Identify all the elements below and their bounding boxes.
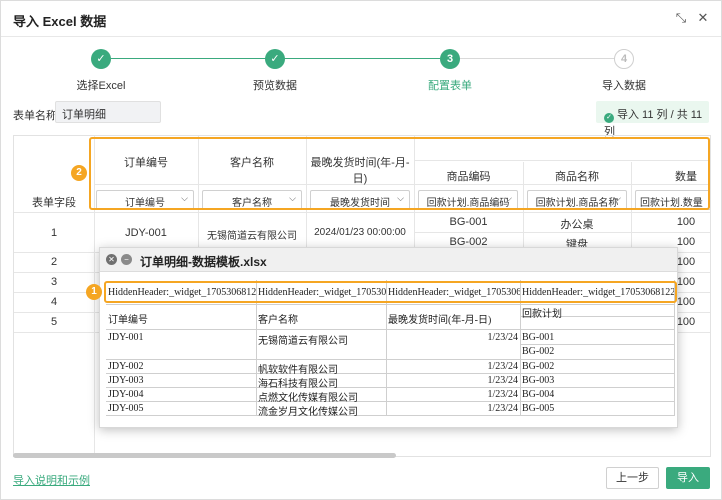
excel-grid-line [106,373,674,374]
excel-cell-code: BG-003 [522,375,555,386]
excel-header-order-no: 订单编号 [108,315,148,326]
import-count-text: 导入 11 列 / 共 11 列 [604,109,703,138]
excel-grid-line [106,401,674,402]
excel-cell-date: 1/23/24 [487,389,518,400]
step-connector [459,58,615,59]
cell-customer: 无锡简道云有限公司 [207,231,297,242]
callout-badge-2: 2 [71,165,87,181]
minimize-circle-icon[interactable]: − [121,254,132,265]
excel-cell-code: BG-002 [522,346,555,357]
cell-product-code: BG-001 [449,216,488,228]
form-name-label: 表单名称 [13,110,57,122]
excel-header-ship-date: 最晚发货时间(年-月-日) [388,315,492,326]
row-divider [14,212,710,213]
callout-badge-1: 1 [86,284,102,300]
step-2-check-icon: ✓ [265,49,285,69]
excel-cell-date: 1/23/24 [487,332,518,343]
dialog-title: 导入 Excel 数据 [13,14,107,29]
excel-preview-window: ✕ − 订单明细-数据模板.xlsx HiddenHeader:_widget_… [99,247,678,428]
form-name-input[interactable]: 订单明细 [55,101,161,123]
horizontal-scrollbar[interactable] [13,453,396,458]
cell-ship-date: 2024/01/23 00:00:00 [314,227,406,238]
excel-cell-code: BG-001 [522,332,555,343]
excel-grid-line [106,415,674,416]
cell-product-name: 办公桌 [560,219,594,231]
excel-cell-date: 1/23/24 [487,361,518,372]
import-dialog: 导入 Excel 数据 ⤡ ✕ ✓ ✓ 3 4 选择Excel 预览数据 配置表… [0,0,722,500]
mapping-highlight-box [89,137,710,210]
hidden-header-highlight-box [104,281,677,303]
excel-cell-order-no: JDY-005 [108,403,144,414]
excel-cell-code: BG-002 [522,361,555,372]
excel-cell-customer: 海石科技有限公司 [258,379,338,390]
excel-cell-code: BG-005 [522,403,555,414]
step-1-check-icon: ✓ [91,49,111,69]
excel-header-group: 回款计划 [522,309,562,320]
step-label-import: 导入数据 [602,80,646,92]
row-number: 4 [50,296,58,308]
excel-grid-line [106,359,674,360]
close-circle-icon[interactable]: ✕ [106,254,117,265]
previous-step-button[interactable]: 上一步 [606,467,659,489]
step-4-number: 4 [614,49,634,69]
step-label-select-excel: 选择Excel [76,80,126,92]
excel-cell-order-no: JDY-002 [108,361,144,372]
import-help-link[interactable]: 导入说明和示例 [13,472,90,488]
cell-order-no: JDY-001 [125,227,167,239]
excel-cell-date: 1/23/24 [487,375,518,386]
excel-title-bar: ✕ − 订单明细-数据模板.xlsx [100,248,677,272]
import-count-badge: ✓ 导入 11 列 / 共 11 列 [596,101,709,138]
check-circle-icon: ✓ [604,113,614,123]
excel-header-customer: 客户名称 [258,315,298,326]
collapse-arrows-icon[interactable]: ⤡ [673,10,689,26]
row-number: 5 [50,316,58,328]
dialog-header: 导入 Excel 数据 ⤡ ✕ [1,1,721,37]
step-label-preview: 预览数据 [253,80,297,92]
excel-grid-line [106,304,674,305]
excel-file-title: 订单明细-数据模板.xlsx [140,255,267,269]
excel-grid-line [106,387,674,388]
cell-quantity: 100 [676,216,696,228]
excel-cell-order-no: JDY-003 [108,375,144,386]
import-button[interactable]: 导入 [666,467,710,489]
excel-cell-customer: 流金岁月文化传媒公司 [258,407,358,418]
row-number: 1 [50,227,58,239]
step-3-number: 3 [440,49,460,69]
excel-cell-code: BG-004 [522,389,555,400]
form-field-row-label: 表单字段 [32,197,76,209]
step-connector [284,58,440,59]
excel-cell-customer: 无锡简道云有限公司 [258,336,348,347]
close-icon[interactable]: ✕ [695,10,711,26]
row-divider [414,232,710,233]
excel-cell-date: 1/23/24 [487,403,518,414]
step-label-configure: 配置表单 [428,80,472,92]
excel-grid-line [106,329,674,330]
excel-cell-order-no: JDY-001 [108,332,144,343]
row-number: 3 [50,276,58,288]
column-divider [94,212,95,456]
excel-cell-order-no: JDY-004 [108,389,144,400]
step-connector [111,58,266,59]
row-number: 2 [50,256,58,268]
excel-cell-customer: 帆软软件有限公司 [258,365,338,376]
excel-cell-customer: 点燃文化传媒有限公司 [258,393,358,404]
excel-grid-line [520,344,674,345]
